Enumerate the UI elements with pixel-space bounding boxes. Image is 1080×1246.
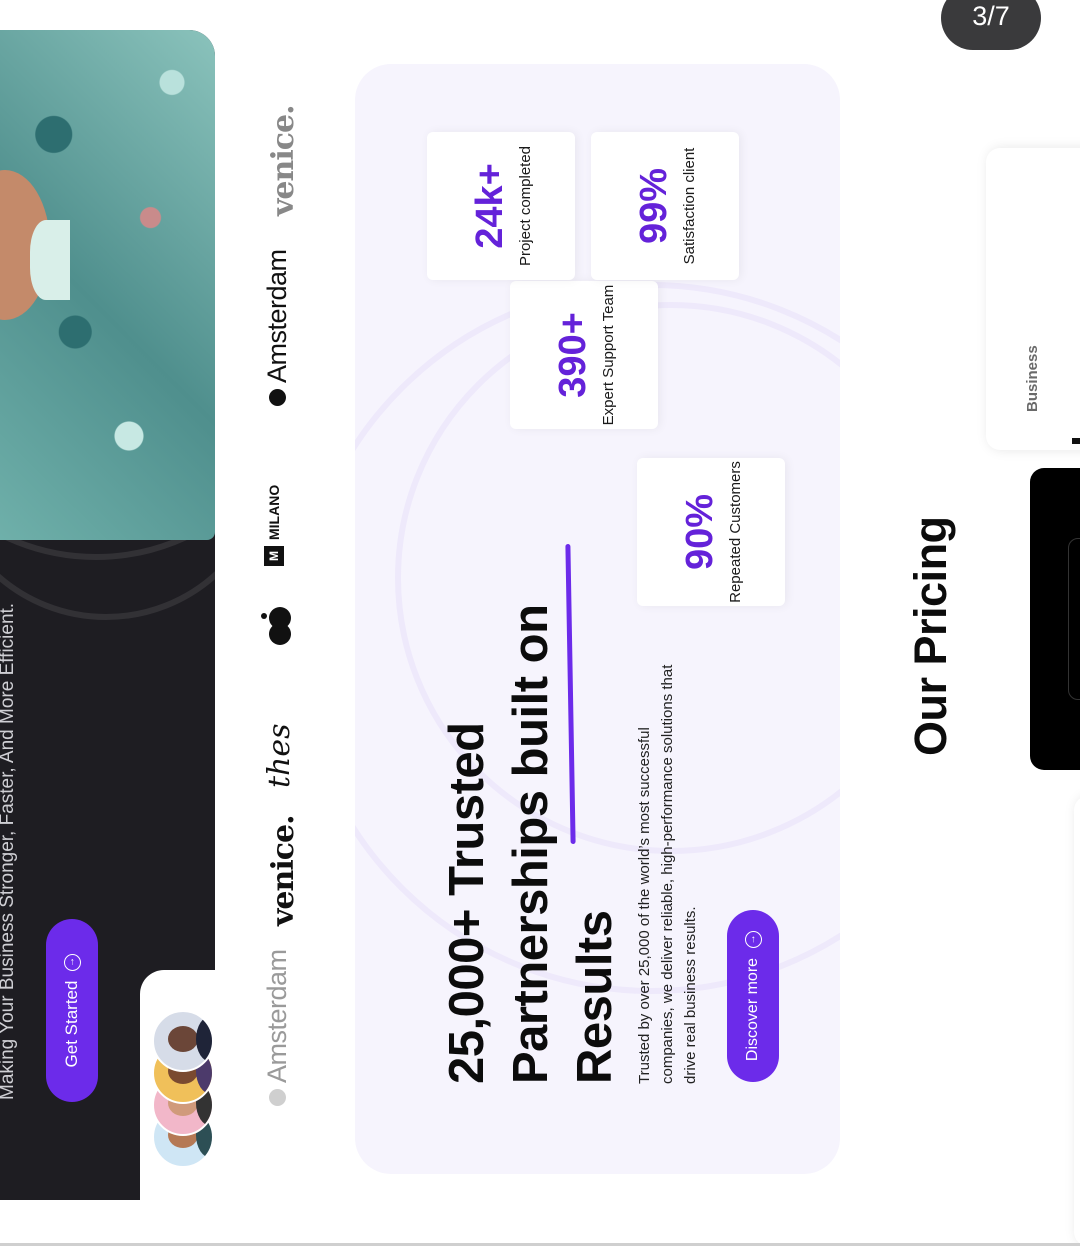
amsterdam-mark-icon [269,389,286,406]
customer-avatars [152,988,214,1168]
stat-value: 390+ [551,312,594,398]
logo-amsterdam: Amsterdam [262,949,293,1106]
pricing-card-featured[interactable] [1030,468,1080,770]
logo-milano: M MILANO [264,485,284,566]
logo-text: MILANO [266,484,282,540]
discover-more-label: Discover more [744,957,761,1062]
avatar [152,1010,214,1072]
logo-venice: venice. [266,815,301,926]
logo-venice: venice. [266,105,301,216]
hero-tagline: Making Your Business Stronger, Faster, A… [0,602,18,1100]
rotated-page: Making Your Business Stronger, Faster, A… [0,0,1080,1246]
discover-more-button[interactable]: Discover more → [727,910,779,1082]
stat-card-projects-completed: 24k+ Project completed [427,132,575,280]
logo-apple-mark [260,606,296,646]
portrait-collar [30,220,70,300]
partnership-headline: 25,000+ Trusted Partnerships built on Re… [440,604,622,1084]
logo-script: thes [262,723,297,788]
partnership-card: 25,000+ Trusted Partnerships built on Re… [355,64,840,1174]
logo-amsterdam: Amsterdam [262,249,293,406]
stat-label: Repeated Customers [726,461,744,603]
stat-card-expert-support: 390+ Expert Support Team [510,281,658,429]
pricing-card-business[interactable]: Business [986,148,1080,450]
partnership-description: Trusted by over 25,000 of the world’s mo… [636,664,699,1084]
milano-badge: M [264,546,284,566]
stat-card-repeated-customers: 90% Repeated Customers [637,458,785,606]
pricing-card[interactable] [1074,796,1080,1246]
stat-label: Project completed [516,145,534,267]
get-started-button[interactable]: Get Started → [46,919,98,1102]
stat-value: 24k+ [468,163,511,249]
logo-text: Amsterdam [262,949,292,1083]
pricing-title: Our Pricing [905,516,956,756]
stat-card-satisfaction: 99% Satisfaction client [591,132,739,280]
page-counter-badge: 3/7 [941,0,1041,50]
arrow-right-circle-icon: → [744,930,762,948]
document-viewer: Making Your Business Stronger, Faster, A… [0,0,1080,1246]
logo-text: Amsterdam [262,249,292,383]
amsterdam-mark-icon [269,1089,286,1106]
stat-label: Satisfaction client [680,147,698,265]
apple-like-logo-icon [261,607,291,645]
stat-value: 99% [632,167,675,245]
feature-bullet-icon [1072,438,1080,444]
featured-card-inner [1068,538,1080,700]
stat-value: 90% [678,493,721,571]
get-started-label: Get Started [62,980,81,1068]
arrow-right-circle-icon: → [63,953,81,971]
plan-name: Business [1024,345,1041,412]
stat-label: Expert Support Team [599,284,617,426]
